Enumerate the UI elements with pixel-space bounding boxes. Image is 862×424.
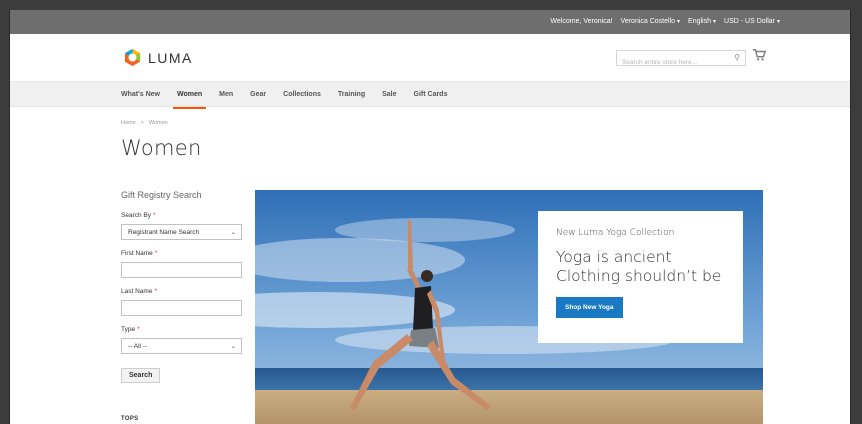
sidebar-title: Gift Registry Search — [121, 190, 202, 200]
nav-item-gift-cards[interactable]: Gift Cards — [414, 82, 448, 108]
luma-logo-icon — [124, 48, 141, 67]
chevron-down-icon: ▾ — [713, 19, 717, 25]
promo-headline-line2: Clothing shouldn’t be — [556, 267, 722, 285]
first-name-label: First Name * — [121, 250, 243, 257]
search-by-label-text: Search By — [121, 212, 151, 219]
last-name-label: Last Name * — [121, 288, 243, 295]
required-mark: * — [154, 288, 157, 295]
account-menu[interactable]: Veronica Costello ▾ — [621, 18, 681, 25]
language-switcher[interactable]: English ▾ — [688, 18, 716, 25]
logo-text: LUMA — [148, 49, 193, 66]
browser-page: Welcome, Veronica! Veronica Costello ▾ En… — [9, 10, 851, 424]
nav-item-training[interactable]: Training — [338, 82, 365, 108]
nav-item-sale[interactable]: Sale — [382, 82, 396, 108]
search-by-label: Search By * — [121, 212, 243, 219]
search-box: ⚲ — [616, 50, 746, 70]
search-input[interactable] — [617, 55, 727, 70]
required-mark: * — [153, 212, 156, 219]
type-group: Type * -- All -- ⌄ — [121, 326, 243, 354]
nav-item-gear[interactable]: Gear — [250, 82, 266, 108]
search-icon[interactable]: ⚲ — [734, 53, 740, 62]
tops-heading: TOPS — [121, 416, 139, 422]
search-by-group: Search By * Registrant Name Search ⌄ — [121, 212, 243, 240]
luma-logo[interactable]: LUMA — [123, 48, 193, 67]
promo-subtitle: New Luma Yoga Collection — [556, 228, 675, 238]
site-header: LUMA ⚲ — [10, 34, 850, 81]
breadcrumb-separator: > — [140, 120, 144, 126]
first-name-label-text: First Name — [121, 250, 153, 257]
nav-item-men[interactable]: Men — [219, 82, 233, 108]
shop-new-yoga-button[interactable]: Shop New Yoga — [556, 297, 623, 318]
chevron-down-icon: ⌄ — [230, 229, 236, 236]
type-value: -- All -- — [128, 343, 148, 350]
search-by-select[interactable]: Registrant Name Search ⌄ — [121, 224, 242, 240]
first-name-field[interactable] — [121, 262, 242, 278]
type-select[interactable]: -- All -- ⌄ — [121, 338, 242, 354]
gift-registry-search-form: Gift Registry Search Search By * Registra… — [121, 190, 243, 383]
promo-headline: Yoga is ancient Clothing shouldn’t be — [556, 248, 725, 286]
search-by-value: Registrant Name Search — [128, 229, 200, 236]
chevron-down-icon: ⌄ — [230, 343, 236, 350]
chevron-down-icon: ▾ — [776, 19, 780, 25]
top-links: Welcome, Veronica! Veronica Costello ▾ En… — [550, 18, 780, 25]
breadcrumb-current: Women — [148, 120, 168, 126]
top-bar: Welcome, Veronica! Veronica Costello ▾ En… — [10, 10, 850, 34]
welcome-text: Welcome, Veronica! — [550, 18, 613, 25]
nav-item-women[interactable]: Women — [172, 82, 207, 109]
required-mark: * — [154, 250, 158, 257]
last-name-group: Last Name * — [121, 288, 243, 316]
nav-item-whats-new[interactable]: What's New — [121, 82, 160, 108]
registry-search-button[interactable]: Search — [121, 368, 161, 383]
last-name-label-text: Last Name — [121, 288, 153, 295]
currency-label: USD - US Dollar — [724, 18, 775, 25]
account-name: Veronica Costello — [620, 18, 676, 25]
currency-switcher[interactable]: USD - US Dollar ▾ — [724, 18, 780, 25]
breadcrumb: Home > Women — [121, 120, 168, 126]
last-name-field[interactable] — [121, 300, 242, 316]
promo-box: New Luma Yoga Collection Yoga is ancient… — [538, 211, 743, 343]
nav-item-collections[interactable]: Collections — [283, 82, 321, 108]
promo-headline-line1: Yoga is ancient — [556, 248, 672, 266]
hero-banner[interactable]: New Luma Yoga Collection Yoga is ancient… — [255, 190, 763, 424]
required-mark: * — [137, 326, 140, 333]
type-label-text: Type — [121, 326, 136, 333]
main-nav: What's New Women Men Gear Collections Tr… — [10, 81, 850, 109]
chevron-down-icon: ▾ — [677, 19, 681, 25]
type-label: Type * — [121, 326, 243, 333]
page-title: Women — [121, 136, 202, 160]
first-name-group: First Name * — [121, 250, 243, 278]
breadcrumb-home[interactable]: Home — [121, 120, 136, 126]
language-label: English — [688, 18, 712, 25]
cart-icon[interactable] — [752, 48, 766, 62]
